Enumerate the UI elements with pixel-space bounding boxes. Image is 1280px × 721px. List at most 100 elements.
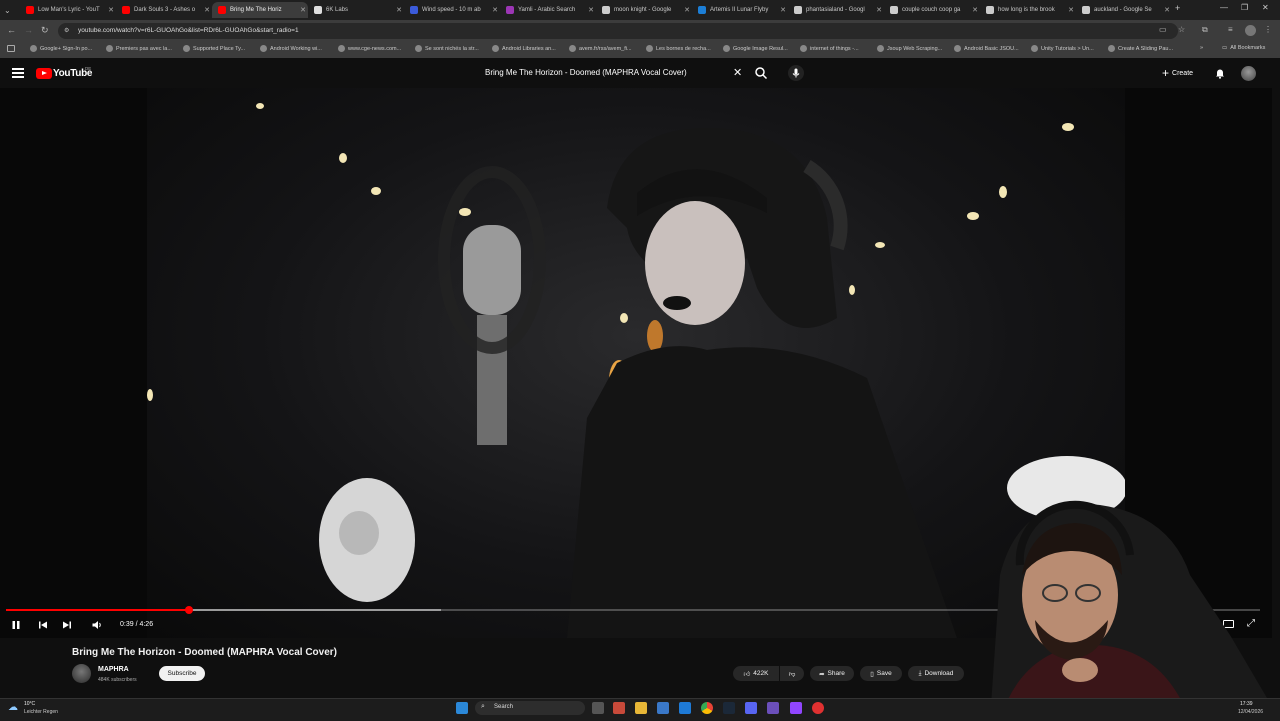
site-info-icon[interactable]: ⚙ (64, 27, 69, 34)
mail-icon[interactable] (679, 702, 691, 714)
search-icon[interactable] (754, 66, 768, 80)
next-icon[interactable] (61, 619, 73, 631)
bookmarks-overflow-icon[interactable]: » (1200, 45, 1203, 51)
browser-tab[interactable]: couple couch coop ga ✕ (884, 2, 980, 18)
browser-tab[interactable]: how long is the brook ✕ (980, 2, 1076, 18)
dislike-button[interactable]: 👎︎ (780, 666, 804, 681)
clear-search-icon[interactable]: ✕ (733, 66, 742, 79)
bookmark-item[interactable]: Premiers pas avec la... (106, 45, 172, 52)
share-button[interactable]: ➦ Share (810, 666, 854, 681)
bookmark-star-icon[interactable]: ☆ (1178, 25, 1185, 34)
browser-tab[interactable]: auckland - Google Se ✕ (1076, 2, 1172, 18)
bookmark-item[interactable]: Jsoup Web Scraping... (877, 45, 942, 52)
task-view-icon[interactable] (592, 702, 604, 714)
bookmark-item[interactable]: Les bornes de recha... (646, 45, 711, 52)
weather-icon[interactable]: ☁ (8, 702, 18, 713)
close-tab-icon[interactable]: ✕ (108, 6, 114, 14)
browser-tab[interactable]: phantasialand - Googl ✕ (788, 2, 884, 18)
weather-temp[interactable]: 10°C (24, 701, 35, 707)
extensions-icon[interactable]: ⧉ (1202, 25, 1208, 35)
browser-tab[interactable]: Yamli - Arabic Search ✕ (500, 2, 596, 18)
progress-scrubber[interactable] (185, 606, 193, 614)
close-tab-icon[interactable]: ✕ (684, 6, 690, 14)
app-icon-1[interactable] (613, 702, 625, 714)
url-text[interactable]: youtube.com/watch?v=r6L-GUOAhGo&list=RDr… (78, 27, 299, 34)
bookmark-item[interactable]: Se sont nichés la str... (415, 45, 479, 52)
bookmark-item[interactable]: Google+ Sign-In po... (30, 45, 92, 52)
browser-tab[interactable]: Bring Me The Horiz ✕ (212, 2, 308, 18)
bookmark-item[interactable]: Android Working wi... (260, 45, 322, 52)
browser-tab[interactable]: 6K Labs ✕ (308, 2, 404, 18)
browser-tab[interactable]: Artemis II Lunar Flyby ✕ (692, 2, 788, 18)
cast-icon[interactable]: ▭ (1159, 25, 1167, 34)
pause-icon[interactable] (10, 619, 22, 631)
weather-description[interactable]: Leichter Regen (24, 709, 58, 715)
bookmark-item[interactable]: Create A Sliding Pau... (1108, 45, 1173, 52)
tab-title: moon knight - Google (614, 7, 672, 13)
hamburger-menu-icon[interactable] (12, 68, 24, 78)
chrome-icon[interactable] (701, 702, 713, 714)
notifications-bell-icon[interactable] (1214, 67, 1226, 79)
bookmark-item[interactable]: Android Basic JSOU... (954, 45, 1019, 52)
browser-tab[interactable]: moon knight - Google ✕ (596, 2, 692, 18)
close-tab-icon[interactable]: ✕ (972, 6, 978, 14)
bookmark-item[interactable]: Unity Tutorials > Un... (1031, 45, 1094, 52)
bookmark-item[interactable]: www.cge-news.com... (338, 45, 401, 52)
close-tab-icon[interactable]: ✕ (1164, 6, 1170, 14)
bookmark-item[interactable]: Google Image Resul... (723, 45, 788, 52)
maximize-button[interactable]: ❐ (1241, 3, 1248, 12)
browser-menu-icon[interactable]: ⋮ (1264, 25, 1272, 34)
close-tab-icon[interactable]: ✕ (396, 6, 402, 14)
channel-avatar[interactable] (72, 664, 91, 683)
all-bookmarks-button[interactable]: ▭ All Bookmarks (1222, 45, 1265, 51)
twitch-icon[interactable] (790, 702, 802, 714)
back-icon[interactable]: ← (7, 25, 16, 35)
microphone-body (477, 315, 507, 445)
clock-time[interactable]: 17:39 (1240, 701, 1253, 707)
bookmark-item[interactable]: Android Libraries an... (492, 45, 556, 52)
voice-search-button[interactable] (788, 65, 804, 81)
like-button[interactable]: 👍︎ 422K (733, 666, 779, 681)
close-tab-icon[interactable]: ✕ (780, 6, 786, 14)
app-icon-store[interactable] (657, 702, 669, 714)
browser-tab[interactable]: Dark Souls 3 - Ashes o ✕ (116, 2, 212, 18)
subscribe-button[interactable]: Subscribe (159, 666, 205, 681)
close-tab-icon[interactable]: ✕ (1068, 6, 1074, 14)
close-tab-icon[interactable]: ✕ (492, 6, 498, 14)
apps-icon[interactable] (7, 45, 15, 52)
new-tab-button[interactable]: + (1175, 3, 1180, 13)
close-tab-icon[interactable]: ✕ (204, 6, 210, 14)
volume-icon[interactable] (91, 619, 103, 631)
channel-name[interactable]: MAPHRA (98, 666, 129, 673)
search-input[interactable]: Bring Me The Horizon - Doomed (MAPHRA Vo… (485, 68, 687, 77)
bookmark-item[interactable]: avem.fr/rss/avem_fi... (569, 45, 632, 52)
save-button[interactable]: ▯ Save (860, 666, 902, 681)
account-avatar[interactable] (1241, 66, 1256, 81)
taskbar-search[interactable]: ⌕ Search (475, 701, 585, 715)
youtube-logo-icon[interactable] (36, 68, 52, 79)
discord-icon[interactable] (745, 702, 757, 714)
share-icon: ➦ (819, 670, 825, 678)
reading-list-icon[interactable]: ≡ (1228, 25, 1233, 34)
profile-avatar[interactable] (1245, 25, 1256, 36)
browser-tab[interactable]: Wind speed - 10 m ab ✕ (404, 2, 500, 18)
file-explorer-icon[interactable] (635, 702, 647, 714)
close-tab-icon[interactable]: ✕ (876, 6, 882, 14)
close-tab-icon[interactable]: ✕ (588, 6, 594, 14)
bookmark-item[interactable]: internet of things -... (800, 45, 859, 52)
steam-icon[interactable] (723, 702, 735, 714)
forward-icon[interactable]: → (24, 25, 33, 35)
obs-icon[interactable] (812, 702, 824, 714)
previous-icon[interactable] (37, 619, 49, 631)
bookmark-item[interactable]: Supported Place Ty... (183, 45, 245, 52)
reload-icon[interactable]: ↻ (41, 25, 49, 36)
minimize-button[interactable]: — (1220, 3, 1228, 12)
tab-list-dropdown[interactable]: ⌄ (4, 2, 16, 18)
windows-start-icon[interactable] (456, 702, 468, 714)
create-button[interactable]: + Create (1162, 66, 1193, 80)
app-icon-2[interactable] (767, 702, 779, 714)
close-tab-icon[interactable]: ✕ (300, 6, 306, 14)
browser-tab[interactable]: Low Man's Lyric - YouT ✕ (20, 2, 116, 18)
close-window-button[interactable]: ✕ (1262, 3, 1269, 12)
clock-date[interactable]: 12/04/2026 (1238, 709, 1263, 715)
